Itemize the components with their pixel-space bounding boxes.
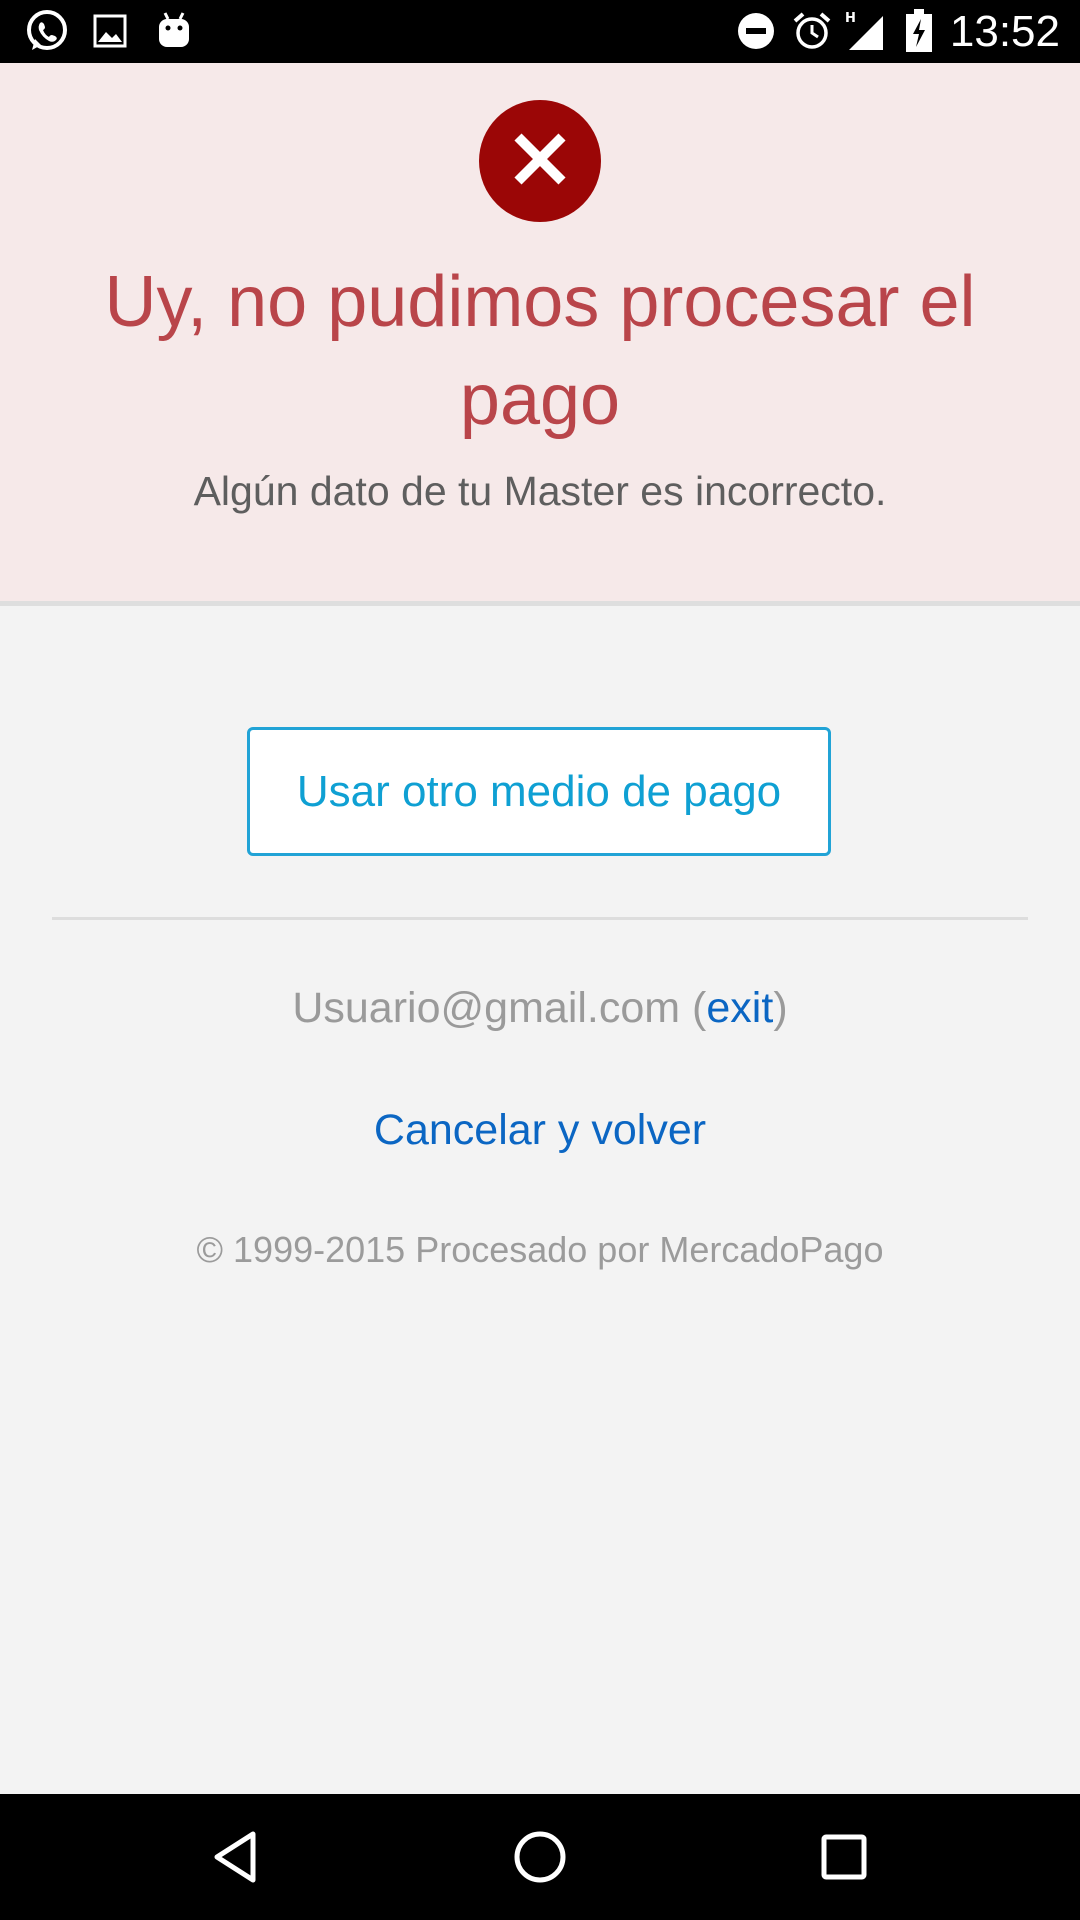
account-line: Usuario@gmail.com (exit) [0, 975, 1080, 1041]
do-not-disturb-icon [735, 8, 777, 54]
cancel-and-return-link[interactable]: Cancelar y volver [0, 1097, 1080, 1163]
navigation-bar [0, 1794, 1080, 1920]
svg-text:H: H [845, 11, 856, 26]
battery-charging-icon [902, 8, 936, 54]
recents-icon[interactable] [804, 1817, 884, 1897]
image-icon [90, 8, 130, 54]
status-time: 13:52 [949, 7, 1060, 56]
alarm-icon [790, 8, 834, 54]
error-badge [479, 100, 601, 222]
status-bar: H 13:52 [0, 0, 1080, 63]
error-subtitle: Algún dato de tu Master es incorrecto. [193, 468, 887, 514]
close-icon [510, 129, 570, 194]
signal-h-icon: H [845, 8, 887, 54]
error-title: Uy, no pudimos procesar el pago [104, 262, 976, 440]
back-icon[interactable] [196, 1817, 276, 1897]
error-banner: Uy, no pudimos procesar el pago Algún da… [0, 63, 1080, 606]
close-paren: ) [773, 984, 788, 1032]
exit-link[interactable]: exit [706, 984, 773, 1032]
divider [52, 917, 1028, 920]
copyright-text: © 1999-2015 Procesado por MercadoPago [196, 1229, 884, 1270]
open-paren: ( [680, 984, 707, 1032]
account-email: Usuario@gmail.com [292, 984, 681, 1032]
android-icon [152, 8, 196, 54]
use-other-payment-button[interactable]: Usar otro medio de pago [247, 727, 831, 856]
home-icon[interactable] [500, 1817, 580, 1897]
whatsapp-icon [22, 8, 72, 54]
